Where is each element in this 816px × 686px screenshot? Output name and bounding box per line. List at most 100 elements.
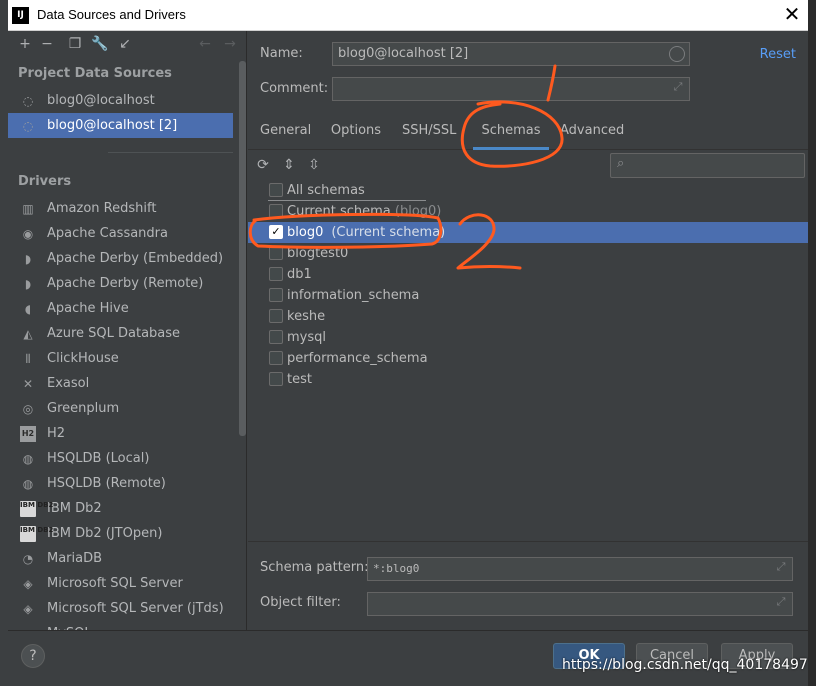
greenplum-icon: ◎ — [22, 402, 34, 416]
comment-field[interactable]: ⤢ — [332, 77, 690, 101]
schema-checkbox[interactable] — [269, 351, 283, 365]
driver-item[interactable]: ✕ Exasol — [8, 371, 233, 396]
driver-item[interactable]: ◌MySQL — [8, 621, 233, 630]
project-data-source-label: blog0@localhost [2] — [47, 118, 178, 133]
driver-item[interactable]: ◭ Azure SQL Database — [8, 321, 233, 346]
driver-item[interactable]: ◗ Apache Derby (Embedded) — [8, 246, 233, 271]
schema-checkbox[interactable] — [269, 372, 283, 386]
driver-item[interactable]: IBM DB2 IBM Db2 (JTOpen) — [8, 521, 233, 546]
collapse-all-icon[interactable]: ⇳ — [305, 156, 323, 174]
help-button[interactable]: ? — [21, 644, 45, 668]
schema-checkbox[interactable] — [269, 246, 283, 260]
driver-item[interactable]: ◔ MariaDB — [8, 546, 233, 571]
driver-label: IBM Db2 — [47, 501, 102, 516]
back-arrow-icon[interactable]: ← — [196, 35, 214, 53]
schema-checkbox[interactable] — [269, 267, 283, 281]
tab-ssh-ssl[interactable]: SSH/SSL — [402, 116, 456, 150]
all-schemas-row[interactable]: All schemas — [248, 180, 808, 201]
current-schema-row[interactable]: Current schema (blog0) — [248, 201, 808, 222]
window-title: Data Sources and Drivers — [37, 7, 186, 22]
tab-options[interactable]: Options — [330, 116, 382, 150]
driver-item[interactable]: H2 H2 — [8, 421, 233, 446]
object-filter-field[interactable]: ⤢ — [367, 592, 793, 616]
schema-row[interactable]: keshe — [248, 306, 808, 327]
drivers-header: Drivers — [18, 174, 72, 189]
schema-row[interactable]: db1 — [248, 264, 808, 285]
driver-item[interactable]: ▥ Amazon Redshift — [8, 196, 233, 221]
all-schemas-checkbox[interactable] — [269, 183, 283, 197]
project-data-sources-header: Project Data Sources — [18, 66, 172, 81]
expand-icon[interactable]: ⤢ — [774, 560, 788, 574]
refresh-icon[interactable]: ⟳ — [254, 156, 272, 174]
all-schemas-label: All schemas — [287, 183, 365, 198]
schema-row[interactable]: mysql — [248, 327, 808, 348]
schema-name: performance_schema — [287, 351, 428, 366]
driver-item[interactable]: ◍ HSQLDB (Remote) — [8, 471, 233, 496]
schema-row[interactable]: blogtest0 — [248, 243, 808, 264]
tab-bar: General Options SSH/SSL Schemas Advanced — [248, 116, 808, 150]
derby-icon: ◗ — [24, 277, 32, 291]
driver-label: Microsoft SQL Server — [47, 576, 183, 591]
move-to-icon[interactable]: ↙ — [116, 35, 134, 53]
driver-item[interactable]: ◖ Apache Hive — [8, 296, 233, 321]
driver-item[interactable]: IBM DB2 IBM Db2 — [8, 496, 233, 521]
add-icon[interactable]: + — [16, 35, 34, 53]
search-icon: ⌕ — [617, 156, 625, 171]
duplicate-icon[interactable]: ❐ — [66, 35, 84, 53]
tab-general[interactable]: General — [260, 116, 311, 150]
driver-item[interactable]: ◉ Apache Cassandra — [8, 221, 233, 246]
background-ide — [808, 0, 816, 686]
cassandra-icon: ◉ — [22, 227, 34, 241]
expand-icon[interactable]: ⤢ — [671, 80, 685, 94]
sidebar-toolbar: + − ❐ 🔧 ↙ ← → — [8, 31, 246, 59]
driver-item[interactable]: ◈ Microsoft SQL Server — [8, 571, 233, 596]
tab-advanced[interactable]: Advanced — [560, 116, 624, 150]
forward-arrow-icon[interactable]: → — [221, 35, 239, 53]
driver-item[interactable]: ◎ Greenplum — [8, 396, 233, 421]
driver-label: ClickHouse — [47, 351, 119, 366]
wrench-icon[interactable]: 🔧 — [91, 35, 109, 53]
comment-label: Comment: — [260, 81, 329, 96]
hsqldb-icon: ◍ — [22, 477, 34, 491]
data-sources-dialog: IJ Data Sources and Drivers ✕ + − ❐ 🔧 ↙ … — [8, 0, 808, 686]
driver-item[interactable]: ◈ Microsoft SQL Server (jTds) — [8, 596, 233, 621]
driver-item[interactable]: ◍ HSQLDB (Local) — [8, 446, 233, 471]
remove-icon[interactable]: − — [38, 35, 56, 53]
project-data-source-item[interactable]: ◌ blog0@localhost [2] — [8, 113, 233, 138]
h2-icon: H2 — [20, 426, 36, 442]
schema-checkbox[interactable] — [269, 330, 283, 344]
azure-icon: ◭ — [23, 327, 33, 341]
mssql-icon: ◈ — [23, 602, 33, 616]
schema-checkbox[interactable] — [269, 288, 283, 302]
driver-item[interactable]: ◗ Apache Derby (Remote) — [8, 271, 233, 296]
schema-search-input[interactable]: ⌕ — [610, 153, 805, 178]
project-data-source-item[interactable]: ◌ blog0@localhost — [8, 88, 233, 113]
schema-row[interactable]: information_schema — [248, 285, 808, 306]
expand-all-icon[interactable]: ⇕ — [280, 156, 298, 174]
expand-icon[interactable]: ⤢ — [774, 595, 788, 609]
exasol-icon: ✕ — [22, 377, 34, 391]
schema-row[interactable]: test — [248, 369, 808, 390]
schema-pattern-value: *:blog0 — [373, 562, 420, 575]
mssql-icon: ◈ — [23, 577, 33, 591]
schema-checkbox[interactable]: ✓ — [269, 225, 283, 239]
schema-name: test — [287, 372, 312, 387]
clickhouse-icon: ⦀ — [25, 352, 31, 366]
schema-list: All schemas Current schema (blog0) ✓ blog… — [248, 181, 808, 541]
driver-label: Apache Hive — [47, 301, 129, 316]
schema-checkbox[interactable] — [269, 309, 283, 323]
schema-row[interactable]: performance_schema — [248, 348, 808, 369]
tab-schemas[interactable]: Schemas — [473, 116, 549, 150]
reset-link[interactable]: Reset — [760, 47, 796, 62]
name-field[interactable]: blog0@localhost [2] — [332, 42, 690, 66]
schema-row[interactable]: ✓ blog0 (Current schema) — [248, 222, 808, 243]
sidebar-scrollbar[interactable] — [239, 61, 246, 436]
current-schema-checkbox[interactable] — [269, 204, 283, 218]
close-button[interactable]: ✕ — [780, 3, 804, 27]
sidebar: + − ❐ 🔧 ↙ ← → Project Data Sources ◌ blog… — [8, 31, 247, 630]
schema-name: mysql — [287, 330, 326, 345]
schema-pattern-field[interactable]: *:blog0 ⤢ — [367, 557, 793, 581]
driver-item[interactable]: ⦀ ClickHouse — [8, 346, 233, 371]
mysql-icon: ◌ — [22, 119, 34, 133]
color-circle-icon[interactable] — [669, 46, 685, 62]
